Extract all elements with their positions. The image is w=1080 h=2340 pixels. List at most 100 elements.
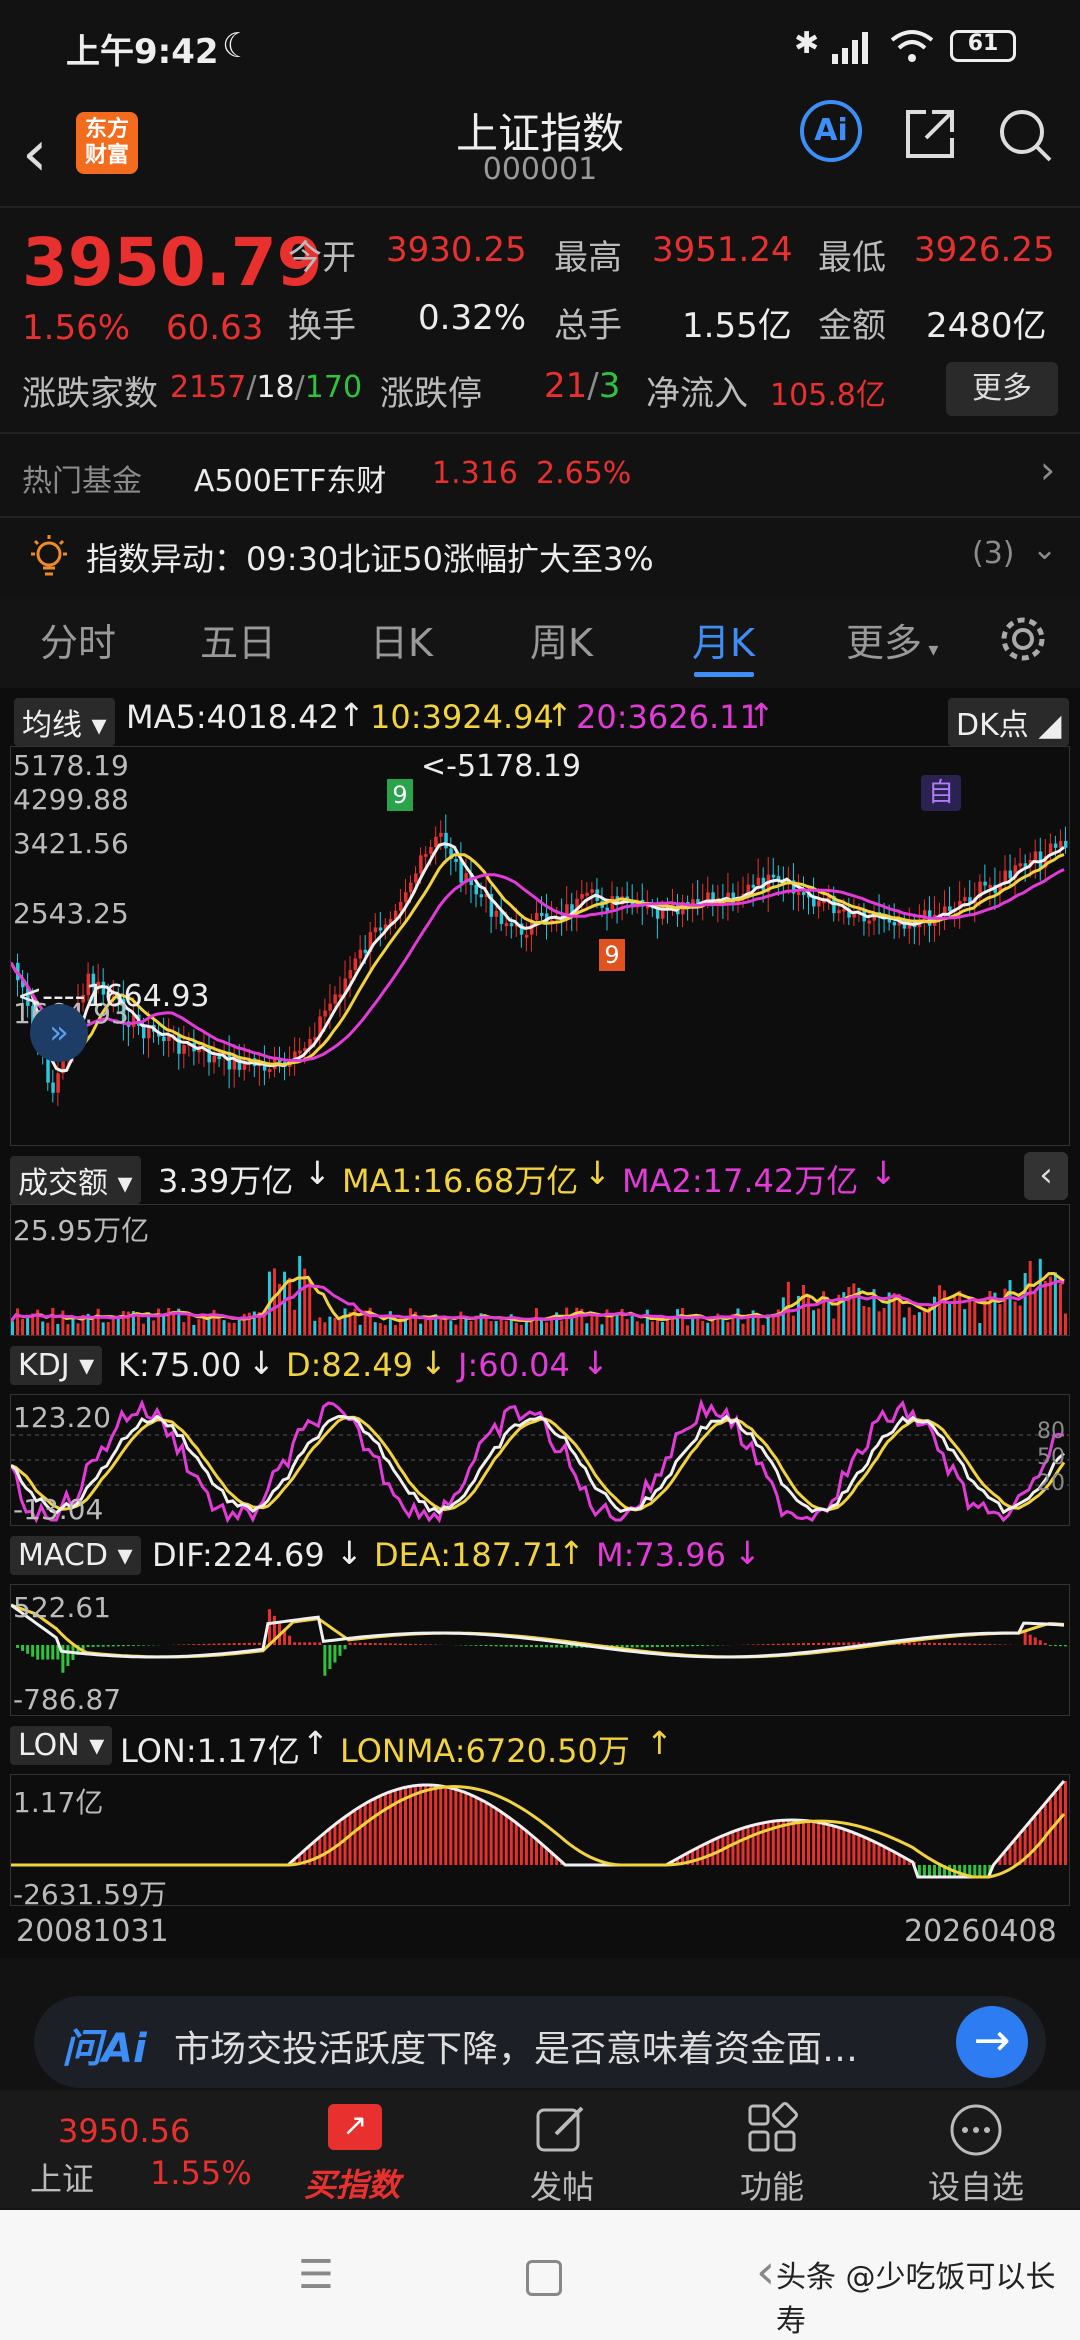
macd-bar [308, 1642, 312, 1645]
lon-bar [791, 1820, 795, 1865]
volume-selector[interactable]: 成交额 ▾ [10, 1156, 141, 1204]
tab-five-day[interactable]: 五日 [200, 612, 276, 667]
wifi-icon [890, 30, 934, 62]
buy-index-button[interactable]: ↗ 买指数 [290, 2090, 430, 2208]
macd-bar [837, 1642, 841, 1645]
alert-row[interactable]: 指数异动：09:30北证50涨幅扩大至3% (3) ⌄ [0, 518, 1080, 594]
back-icon[interactable]: ‹ [22, 122, 48, 186]
macd-bar [691, 1645, 695, 1647]
lon-bar [494, 1807, 498, 1865]
macd-bar [197, 1644, 201, 1645]
volume-bar [726, 1322, 730, 1335]
macd-bar [645, 1645, 649, 1648]
logo-line2: 财富 [84, 143, 129, 168]
hot-fund-row[interactable]: 热门基金 A500ETF东财 1.316 2.65% › [0, 434, 1080, 516]
collapse-icon[interactable]: ‹ [1024, 1152, 1068, 1200]
alert-text: 指数异动：09:30北证50涨幅扩大至3% [86, 540, 654, 578]
candle [494, 910, 499, 917]
volume-bar [373, 1322, 377, 1335]
function-button[interactable]: 功能 [720, 2090, 830, 2208]
arrow-down-icon: ↓ [582, 1344, 609, 1382]
expand-icon[interactable]: » [30, 1004, 88, 1062]
candle [429, 847, 433, 854]
macd-bar [676, 1645, 680, 1647]
tab-more[interactable]: 更多 ▾ [846, 612, 938, 667]
macd-bar [540, 1645, 543, 1648]
volume-bar [635, 1321, 639, 1335]
ai-icon[interactable]: Ai [800, 100, 862, 162]
candle [414, 873, 418, 883]
candle [1053, 843, 1058, 848]
macd-bar [555, 1645, 559, 1648]
tab-month-k[interactable]: 月K [692, 612, 755, 667]
ma-selector[interactable]: 均线 ▾ [14, 698, 115, 746]
volume-bar [983, 1299, 987, 1335]
macd-bar [504, 1645, 508, 1647]
macd-bar [842, 1642, 846, 1645]
tab-week-k[interactable]: 周K [530, 612, 593, 667]
volume-bar [1058, 1283, 1062, 1335]
volume-bar [560, 1320, 564, 1335]
lon-bar [1058, 1787, 1062, 1865]
macd-bar [31, 1645, 35, 1657]
candle [267, 1069, 272, 1073]
macd-selector[interactable]: MACD ▾ [10, 1536, 141, 1575]
y-label-max: 5178.19 [13, 749, 129, 782]
candle [363, 949, 368, 953]
lon-bar [1038, 1811, 1042, 1865]
macd-bar [781, 1643, 785, 1645]
macd-bar [403, 1643, 407, 1645]
macd-bar [650, 1645, 654, 1648]
kline-svg [11, 814, 1068, 1106]
more-button[interactable]: 更多 [946, 362, 1058, 416]
macd-bar [46, 1645, 50, 1660]
macd-bar [1028, 1634, 1032, 1645]
battery-level: 61 [967, 31, 999, 56]
macd-bar [363, 1642, 367, 1645]
arrow-up-icon: ↑ [302, 1724, 329, 1762]
open-label: 今开 [288, 238, 356, 278]
search-icon[interactable] [996, 106, 1056, 166]
share-icon[interactable] [902, 106, 958, 162]
home-icon[interactable] [526, 2260, 562, 2296]
macd-bar [751, 1644, 755, 1645]
volume-bar [71, 1317, 75, 1335]
lon-bar [409, 1786, 413, 1865]
macd-bar [96, 1645, 100, 1647]
gear-icon[interactable] [998, 614, 1048, 664]
back-nav-icon[interactable]: ‹ [756, 2244, 775, 2300]
volume-bar [46, 1322, 50, 1335]
ai-question-bar[interactable]: 问Ai 市场交投活跃度下降，是否意味着资金面… → [34, 1996, 1046, 2088]
period-tabs: 分时 五日 日K 周K 月K 更多 ▾ [0, 596, 1080, 688]
volume-bar [51, 1307, 55, 1335]
volume-bar [429, 1320, 433, 1335]
kdj-selector[interactable]: KDJ ▾ [10, 1346, 103, 1385]
macd-bar [968, 1643, 972, 1645]
dk-point-label: DK点 [956, 708, 1029, 743]
macd-bar [1058, 1645, 1062, 1647]
volume-bar [645, 1309, 649, 1335]
macd-bar [237, 1643, 241, 1645]
index-ticker[interactable]: 3950.56 上证 1.55% [30, 2090, 252, 2208]
tab-day-k[interactable]: 日K [370, 612, 433, 667]
volume-bar [882, 1307, 886, 1335]
post-button[interactable]: 发帖 [510, 2090, 620, 2208]
lon-bar [978, 1865, 982, 1877]
watchlist-button[interactable]: 设自选 [914, 2090, 1044, 2208]
lon-bar [867, 1838, 871, 1865]
watermark: 头条 @少吃饭可以长寿 [776, 2260, 1056, 2339]
chevron-right-icon: › [1040, 448, 1056, 492]
menu-icon[interactable]: ☰ [298, 2252, 334, 2298]
tab-minute[interactable]: 分时 [40, 612, 116, 667]
lon-bar [514, 1821, 518, 1865]
candle [948, 906, 952, 912]
arrow-right-icon[interactable]: → [956, 2006, 1028, 2078]
volume-bar [61, 1310, 65, 1335]
lon-selector[interactable]: LON ▾ [10, 1726, 113, 1765]
dk-point-button[interactable]: DK点 ◢ [948, 698, 1070, 746]
kdj-svg [11, 1398, 1069, 1524]
x-axis-start: 20081031 [16, 1914, 169, 1949]
lon-bar [827, 1824, 831, 1865]
volume-bar [152, 1320, 156, 1335]
volume-svg [11, 1255, 1067, 1335]
